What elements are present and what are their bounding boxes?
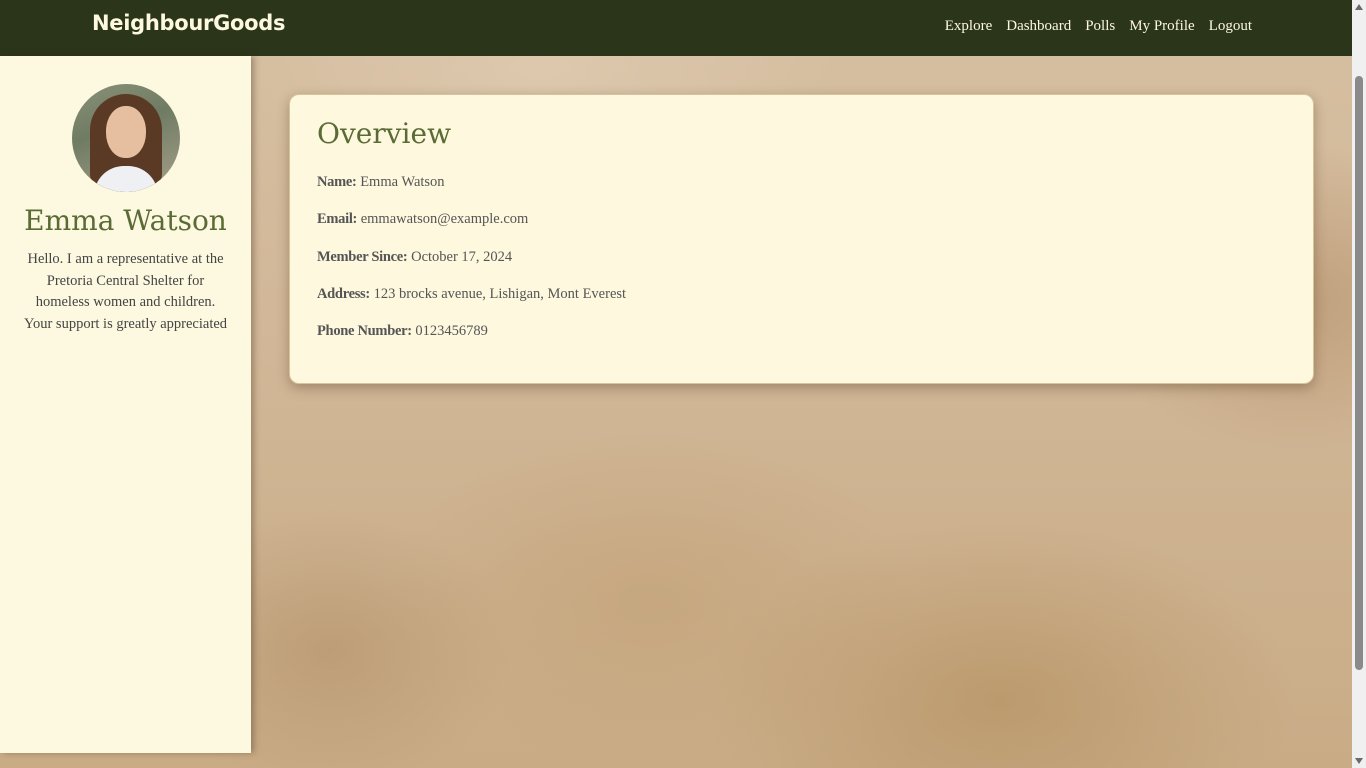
field-address: Address: 123 brocks avenue, Lishigan, Mo… — [317, 286, 626, 303]
field-label: Address: — [317, 286, 370, 302]
nav-polls[interactable]: Polls — [1085, 18, 1115, 35]
field-value: October 17, 2024 — [411, 249, 513, 265]
brand-logo[interactable]: NeighbourGoods — [92, 11, 286, 35]
main-nav: Explore Dashboard Polls My Profile Logou… — [945, 18, 1252, 35]
overview-card: Overview Name: Emma Watson Email: emmawa… — [289, 94, 1314, 384]
field-value: Emma Watson — [360, 174, 445, 190]
profile-sidebar: Emma Watson Hello. I am a representative… — [0, 56, 251, 753]
top-navbar: NeighbourGoods Explore Dashboard Polls M… — [0, 0, 1352, 56]
avatar-face — [106, 106, 146, 158]
profile-bio: Hello. I am a representative at the Pret… — [23, 251, 228, 332]
field-email: Email: emmawatson@example.com — [317, 211, 528, 228]
field-label: Phone Number: — [317, 323, 412, 339]
avatar — [72, 84, 180, 192]
overview-title: Overview — [317, 117, 452, 150]
field-member-since: Member Since: October 17, 2024 — [317, 249, 512, 266]
nav-my-profile[interactable]: My Profile — [1129, 18, 1194, 35]
field-name: Name: Emma Watson — [317, 174, 445, 191]
vertical-scrollbar[interactable] — [1352, 0, 1366, 768]
field-value: 0123456789 — [415, 323, 488, 339]
field-label: Member Since: — [317, 249, 408, 265]
scroll-up-icon[interactable] — [1355, 4, 1363, 10]
field-value: 123 brocks avenue, Lishigan, Mont Everes… — [373, 286, 627, 302]
field-label: Email: — [317, 211, 358, 227]
nav-logout[interactable]: Logout — [1209, 18, 1252, 35]
profile-name: Emma Watson — [24, 204, 227, 237]
field-phone: Phone Number: 0123456789 — [317, 323, 488, 340]
field-label: Name: — [317, 174, 357, 190]
nav-explore[interactable]: Explore — [945, 18, 992, 35]
scroll-down-icon[interactable] — [1355, 758, 1363, 764]
field-value: emmawatson@example.com — [360, 211, 529, 227]
scroll-thumb[interactable] — [1355, 76, 1363, 670]
nav-dashboard[interactable]: Dashboard — [1006, 18, 1071, 35]
